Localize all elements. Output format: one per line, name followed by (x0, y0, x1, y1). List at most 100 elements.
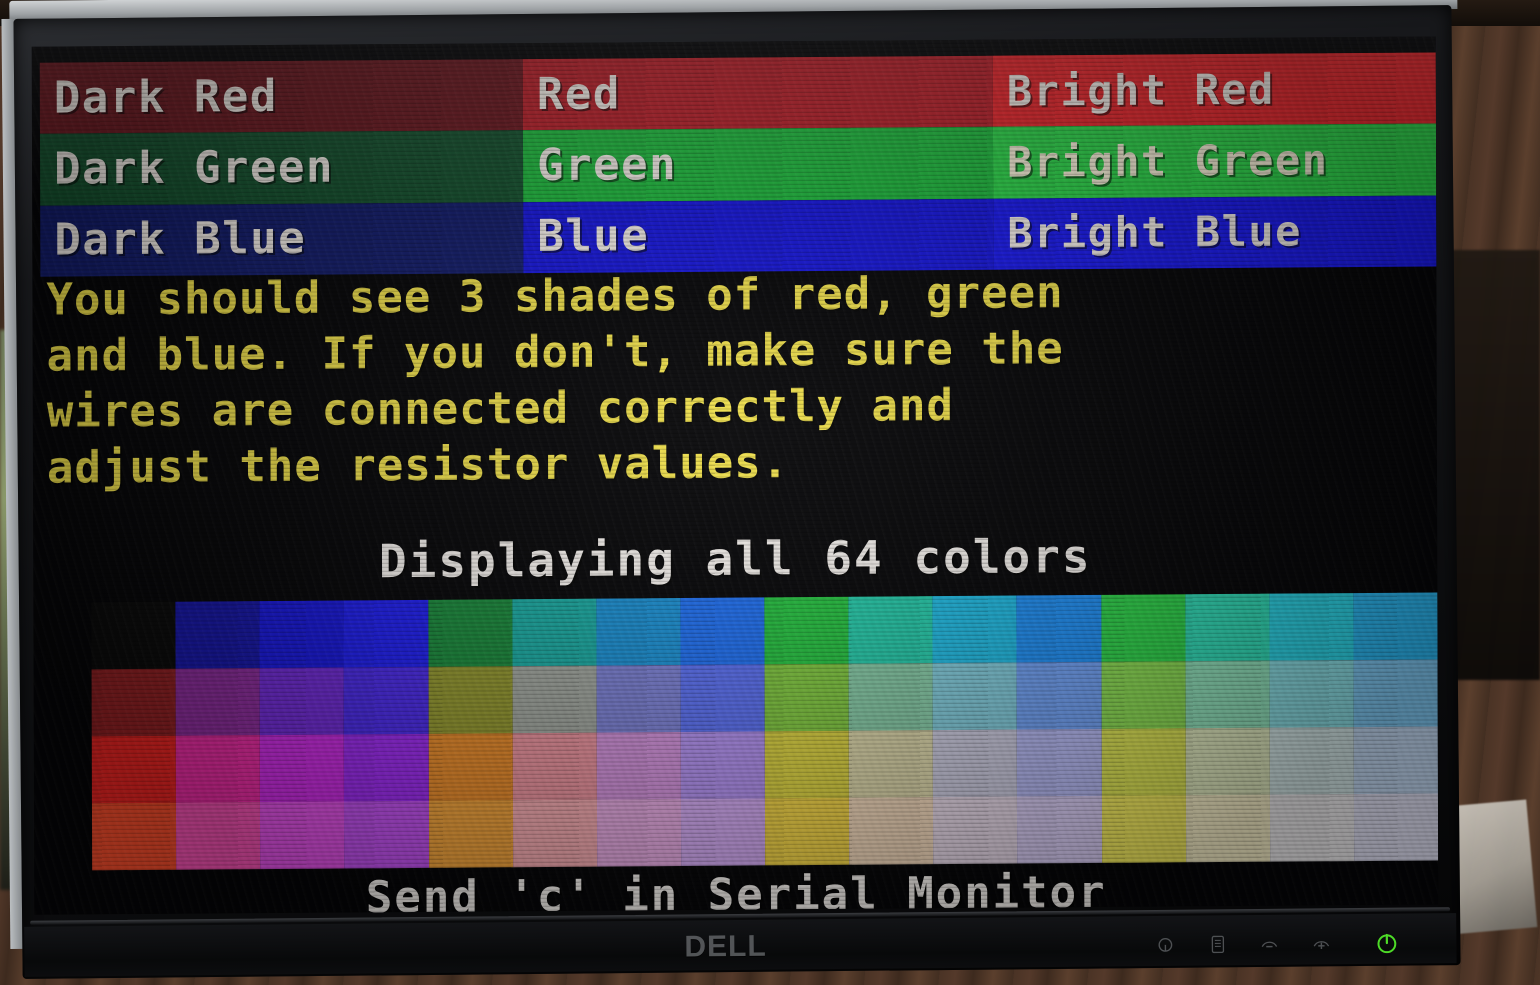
palette-swatch-12 (1100, 594, 1186, 662)
palette-swatch-33 (175, 735, 261, 803)
palette-swatch-28 (1101, 661, 1186, 729)
palette-swatch-8 (764, 596, 849, 665)
palette-swatch-60 (1101, 795, 1186, 863)
palette-swatch-55 (680, 798, 766, 867)
bar-dark-green: Dark Green (39, 130, 524, 206)
palette-swatch-18 (259, 667, 345, 736)
vga-test-screen: Dark Red Red Bright Red Dark Green Green… (31, 36, 1439, 915)
photo-scene: DELL Dark Red Red Bright Red Dark Green … (0, 0, 1540, 985)
plus-icon[interactable] (1312, 932, 1330, 954)
palette-swatch-54 (596, 799, 682, 867)
dell-logo: DELL (684, 930, 767, 965)
palette-swatch-52 (428, 800, 513, 868)
palette-swatch-39 (680, 731, 765, 800)
palette-swatch-25 (848, 663, 933, 731)
palette-swatch-46 (1269, 727, 1354, 795)
palette-swatch-57 (849, 797, 934, 865)
palette-swatch-45 (1185, 727, 1270, 796)
bar-label-green: Green (536, 139, 678, 192)
rgb-shade-bars: Dark Red Red Bright Red Dark Green Green… (39, 52, 1437, 277)
palette-swatch-16 (91, 668, 176, 737)
palette-swatch-6 (596, 598, 681, 666)
menu-icon[interactable] (1208, 933, 1226, 955)
bar-label-red: Red (536, 68, 621, 120)
palette-swatch-13 (1184, 593, 1270, 662)
bar-dark-red: Dark Red (39, 59, 523, 135)
palette-swatch-38 (596, 732, 681, 800)
instruction-line-3: wires are connected correctly and (46, 379, 955, 438)
bar-label-blue: Blue (537, 210, 650, 263)
palette-swatch-7 (680, 597, 765, 666)
bar-label-bright-green: Bright Green (1006, 135, 1329, 187)
palette-swatch-23 (680, 664, 765, 733)
palette-swatch-3 (343, 599, 429, 668)
palette-swatch-42 (932, 729, 1018, 798)
power-button-led-icon[interactable] (1376, 933, 1397, 954)
palette-swatch-32 (91, 735, 177, 804)
palette-swatch-49 (176, 802, 261, 870)
instruction-line-2: and blue. If you don't, make sure the (46, 323, 1064, 382)
dell-logo-text: DELL (684, 929, 767, 964)
bar-label-bright-red: Bright Red (1006, 64, 1275, 116)
palette-swatch-51 (344, 800, 429, 869)
palette-swatch-43 (1017, 728, 1102, 797)
palette-swatch-62 (1269, 794, 1355, 862)
palette-swatch-21 (512, 665, 597, 734)
palette-swatch-58 (933, 796, 1018, 865)
bar-label-dark-blue: Dark Blue (54, 213, 307, 266)
bar-bright-green: Bright Green (992, 123, 1437, 199)
palette-swatch-19 (343, 666, 429, 735)
instruction-line-1: You should see 3 shades of red, green (46, 267, 1064, 326)
bar-bright-blue: Bright Blue (993, 195, 1437, 270)
palette-swatch-35 (344, 733, 429, 802)
palette-swatch-36 (428, 733, 513, 801)
bar-label-dark-green: Dark Green (54, 141, 335, 195)
bar-bright-red: Bright Red (992, 52, 1436, 128)
palette-swatch-61 (1185, 794, 1270, 863)
palette-swatch-17 (175, 668, 261, 736)
palette-swatch-20 (428, 666, 513, 734)
palette-swatch-0 (91, 601, 176, 670)
palette-swatch-24 (764, 663, 849, 732)
instruction-line-4: adjust the resistor values. (46, 437, 790, 494)
palette-swatch-41 (848, 730, 934, 798)
palette-swatch-63 (1353, 793, 1439, 862)
palette-swatch-56 (764, 797, 850, 866)
palette-swatch-27 (1016, 661, 1102, 730)
input-select-icon[interactable] (1156, 934, 1174, 956)
bar-label-dark-red: Dark Red (53, 70, 278, 124)
bar-green: Green (522, 127, 994, 202)
bar-dark-blue: Dark Blue (40, 201, 524, 277)
monitor-osd-button-group[interactable] (1156, 932, 1330, 956)
minus-icon[interactable] (1260, 933, 1278, 955)
palette-swatch-14 (1269, 593, 1354, 661)
palette-swatch-5 (511, 598, 597, 667)
palette-swatch-10 (932, 595, 1017, 664)
palette-swatch-31 (1353, 659, 1438, 728)
palette-swatch-50 (260, 801, 345, 870)
palette-swatch-40 (764, 730, 850, 799)
palette-swatch-22 (596, 665, 681, 733)
dell-monitor: DELL Dark Red Red Bright Red Dark Green … (0, 0, 1487, 985)
palette-grid-64 (91, 592, 1439, 871)
palette-swatch-29 (1185, 660, 1270, 729)
palette-swatch-47 (1353, 726, 1438, 795)
palette-swatch-53 (512, 799, 597, 868)
palette-swatch-15 (1353, 592, 1438, 661)
palette-swatch-1 (175, 601, 260, 669)
palette-swatch-37 (512, 732, 597, 801)
palette-swatch-30 (1269, 660, 1354, 728)
palette-swatch-2 (259, 600, 344, 669)
palette-swatch-44 (1101, 728, 1186, 796)
palette-swatch-11 (1016, 594, 1102, 663)
palette-swatch-48 (91, 802, 177, 871)
palette-swatch-34 (260, 734, 345, 803)
palette-swatch-9 (848, 596, 933, 664)
bar-red: Red (522, 55, 993, 131)
instruction-paragraph: You should see 3 shades of red, green an… (46, 263, 1427, 497)
palette-swatch-26 (932, 662, 1018, 731)
palette-swatch-59 (1017, 795, 1102, 864)
palette-swatch-4 (427, 599, 513, 667)
bar-label-bright-blue: Bright Blue (1007, 206, 1302, 258)
bar-blue: Blue (523, 198, 994, 274)
